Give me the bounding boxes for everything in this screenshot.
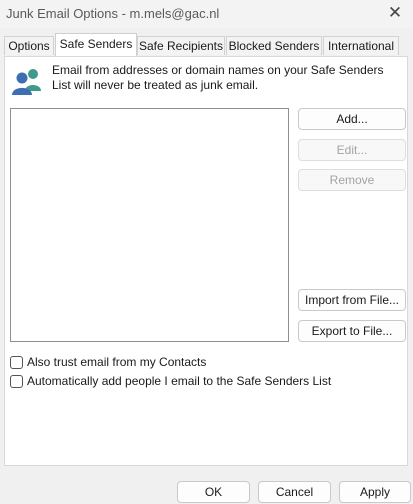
ok-button[interactable]: OK — [177, 481, 250, 503]
export-to-file-button[interactable]: Export to File... — [298, 320, 406, 342]
close-icon[interactable]: ✕ — [383, 2, 407, 24]
people-icon — [12, 69, 41, 95]
tab-blocked-senders[interactable]: Blocked Senders — [226, 36, 322, 55]
tab-safe-senders[interactable]: Safe Senders — [55, 33, 137, 56]
safe-senders-description: Email from addresses or domain names on … — [52, 63, 384, 92]
cancel-button[interactable]: Cancel — [258, 481, 331, 503]
tab-options[interactable]: Options — [4, 36, 54, 55]
tab-international[interactable]: International — [323, 36, 399, 55]
auto-add-option[interactable]: Automatically add people I email to the … — [10, 373, 331, 389]
remove-button[interactable]: Remove — [298, 169, 406, 191]
safe-senders-list[interactable] — [10, 108, 289, 342]
trust-contacts-option[interactable]: Also trust email from my Contacts — [10, 354, 206, 370]
trust-contacts-label: Also trust email from my Contacts — [27, 355, 207, 369]
auto-add-checkbox[interactable] — [10, 374, 23, 388]
edit-button[interactable]: Edit... — [298, 139, 406, 161]
add-button[interactable]: Add... — [298, 108, 406, 130]
window-title: Junk Email Options - m.mels@gac.nl — [6, 6, 220, 21]
apply-button[interactable]: Apply — [339, 481, 411, 503]
tab-safe-recipients[interactable]: Safe Recipients — [137, 36, 225, 55]
import-from-file-button[interactable]: Import from File... — [298, 289, 406, 311]
trust-contacts-checkbox[interactable] — [10, 355, 23, 369]
auto-add-label: Automatically add people I email to the … — [27, 374, 332, 388]
title-bar: Junk Email Options - m.mels@gac.nl ✕ — [0, 0, 413, 28]
